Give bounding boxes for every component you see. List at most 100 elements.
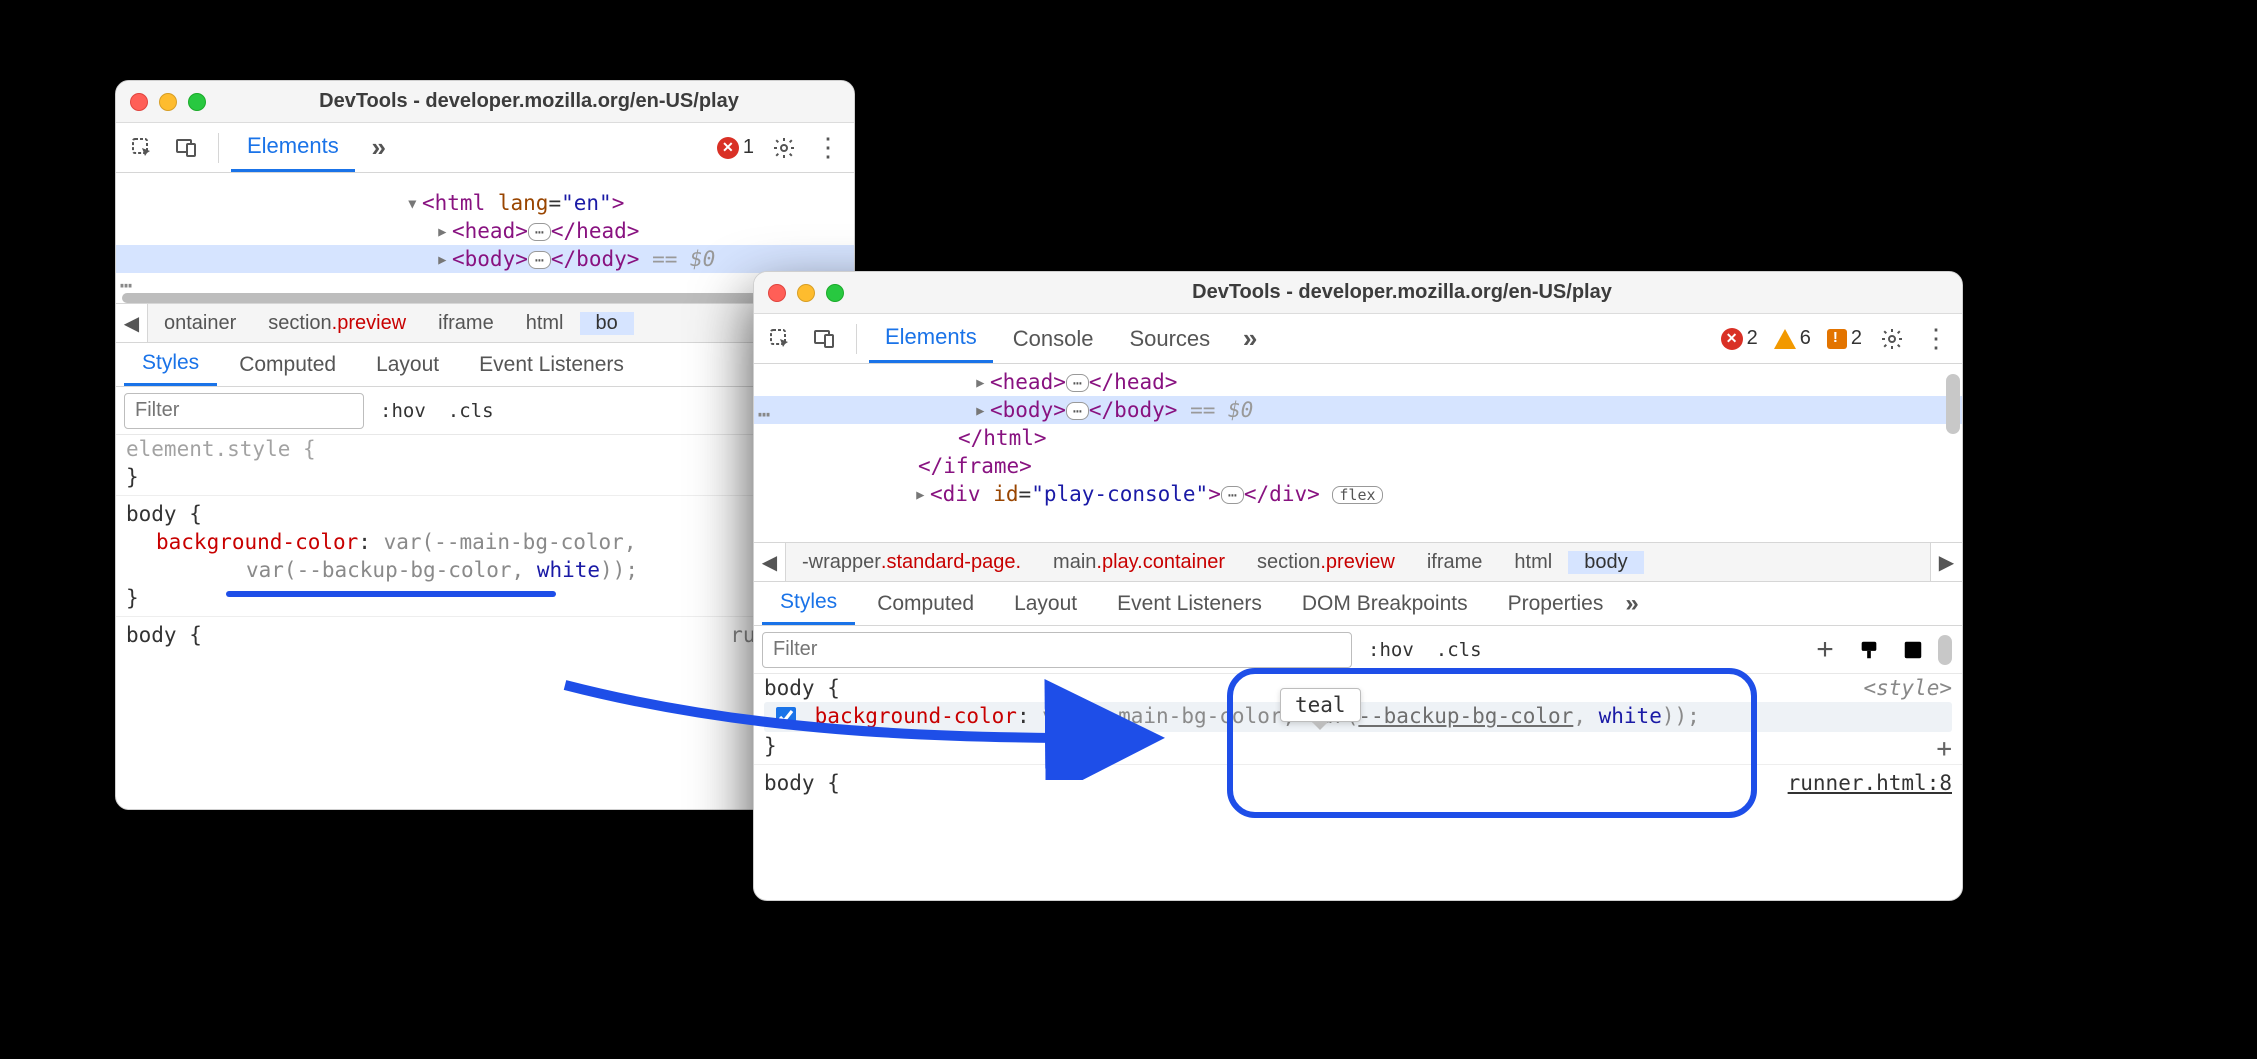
dom-body-selected[interactable]: ▸<body>⋯</body> == $0 [116,245,854,273]
inspect-element-icon[interactable] [760,319,800,359]
subtab-event-listeners[interactable]: Event Listeners [1099,582,1280,625]
dom-tree[interactable]: ▸<head>⋯</head> ▸<body>⋯</body> == $0 </… [754,364,1962,542]
vertical-scrollbar[interactable] [1946,374,1960,434]
subtab-styles[interactable]: Styles [124,343,217,386]
more-tabs-icon[interactable]: » [359,128,399,168]
property-toggle-checkbox[interactable] [776,707,796,727]
breadcrumb-left-caret[interactable]: ◀ [116,304,148,342]
cls-button[interactable]: .cls [1430,637,1488,663]
crumb-container-trunc[interactable]: ontainer [148,312,252,335]
rule-background-color[interactable]: background-color: var(--main-bg-color, [126,528,844,556]
minimize-window-button[interactable] [159,93,177,111]
inspect-element-icon[interactable] [122,128,162,168]
crumb-iframe[interactable]: iframe [422,312,510,335]
rule-body-2-trunc[interactable]: body { runner.ht [126,621,844,649]
crumb-iframe[interactable]: iframe [1411,551,1499,574]
dom-tree[interactable]: ▾<html lang="en"> ▸<head>⋯</head> ▸<body… [116,173,854,303]
rule-close-brace: }+ [764,732,1952,760]
subtab-event-listeners[interactable]: Event Listeners [461,343,642,386]
rule-source-style[interactable]: <style> [1863,676,1952,700]
css-var-backup-link[interactable]: --backup-bg-color [1358,704,1573,728]
devtools-window-right: DevTools - developer.mozilla.org/en-US/p… [753,271,1963,901]
main-toolbar: Elements Console Sources » ✕ 2 6 2 ⋮ [754,314,1962,364]
tab-console[interactable]: Console [997,314,1110,363]
tab-elements[interactable]: Elements [869,314,993,363]
rule-body-2[interactable]: body { runner.html:8 [764,769,1952,797]
more-subtabs-icon[interactable]: » [1625,590,1638,618]
window-title: DevTools - developer.mozilla.org/en-US/p… [218,90,840,113]
subtab-properties[interactable]: Properties [1490,582,1622,625]
dom-doctype-trunc [116,177,854,189]
crumb-html[interactable]: html [1498,551,1568,574]
hov-button[interactable]: :hov [1362,637,1420,663]
breadcrumb: ◀ ontainer section.preview iframe html b… [116,303,854,343]
error-badge[interactable]: ✕ 2 [1715,327,1764,350]
info-badge[interactable]: 2 [1821,327,1868,350]
paint-brush-icon[interactable] [1852,633,1886,667]
device-toolbar-icon[interactable] [804,319,844,359]
tab-elements[interactable]: Elements [231,123,355,172]
crumb-body-trunc[interactable]: bo [580,312,634,335]
filter-input[interactable] [124,393,364,429]
new-style-rule-plus-icon[interactable]: + [1808,633,1842,667]
close-window-button[interactable] [768,284,786,302]
styles-filter-row: :hov .cls + [754,626,1962,674]
close-window-button[interactable] [130,93,148,111]
error-badge[interactable]: ✕ 1 [711,136,760,159]
warning-badge[interactable]: 6 [1768,327,1817,350]
dom-head[interactable]: ▸<head>⋯</head> [116,217,854,245]
rule-close-brace: } [126,463,844,491]
device-toolbar-icon[interactable] [166,128,206,168]
flex-badge[interactable]: flex [1332,486,1382,504]
css-var-tooltip: teal [1280,688,1361,722]
traffic-lights [768,284,844,302]
cls-button[interactable]: .cls [442,398,500,424]
tab-sources[interactable]: Sources [1113,314,1226,363]
rule-background-color-line2[interactable]: var(--backup-bg-color, white)); [126,556,844,584]
crumb-wrapper-trunc[interactable]: -wrapper.standard-page. [786,551,1037,574]
rule-element-style-trunc[interactable]: element.style { [126,435,844,463]
zoom-window-button[interactable] [188,93,206,111]
dom-head[interactable]: ▸<head>⋯</head> [754,368,1962,396]
kebab-menu-icon[interactable]: ⋮ [808,128,848,168]
dom-div-play-console[interactable]: ▸<div id="play-console">⋯</div> flex [754,480,1962,508]
crumb-section-preview[interactable]: section.preview [252,312,422,335]
dom-body-selected[interactable]: ▸<body>⋯</body> == $0 [754,396,1962,424]
filter-input[interactable] [762,632,1352,668]
crumb-body[interactable]: body [1568,551,1643,574]
computed-sidebar-toggle-icon[interactable] [1896,633,1930,667]
settings-gear-icon[interactable] [1872,319,1912,359]
zoom-window-button[interactable] [826,284,844,302]
more-tabs-icon[interactable]: » [1230,319,1270,359]
dom-html[interactable]: ▾<html lang="en"> [116,189,854,217]
inspector-subtabs: Styles Computed Layout Event Listeners D… [754,582,1962,626]
horizontal-scrollbar[interactable] [122,293,848,303]
rule-source-runner-link[interactable]: runner.html:8 [1788,771,1952,795]
styles-filter-row: :hov .cls + [116,387,854,435]
breadcrumb-right-caret[interactable]: ▶ [1930,543,1962,581]
crumb-main-play[interactable]: main.play.container [1037,551,1241,574]
subtab-styles[interactable]: Styles [762,582,855,625]
rule-body[interactable]: body { <st [126,500,844,528]
subtab-dom-breakpoints[interactable]: DOM Breakpoints [1284,582,1486,625]
add-property-plus-icon[interactable]: + [1936,734,1952,764]
dom-ellipsis-icon[interactable]: ⋯ [758,402,770,540]
vertical-scrollbar[interactable] [1938,635,1952,665]
crumb-html[interactable]: html [510,312,580,335]
minimize-window-button[interactable] [797,284,815,302]
subtab-computed[interactable]: Computed [859,582,992,625]
error-count: 2 [1747,327,1758,350]
crumb-section-preview[interactable]: section.preview [1241,551,1411,574]
error-icon: ✕ [717,137,739,159]
hov-button[interactable]: :hov [374,398,432,424]
styles-rules[interactable]: element.style { } body { <st background-… [116,435,854,809]
kebab-menu-icon[interactable]: ⋮ [1916,319,1956,359]
subtab-computed[interactable]: Computed [221,343,354,386]
titlebar[interactable]: DevTools - developer.mozilla.org/en-US/p… [754,272,1962,314]
warning-count: 6 [1800,327,1811,350]
subtab-layout[interactable]: Layout [358,343,457,386]
settings-gear-icon[interactable] [764,128,804,168]
breadcrumb-left-caret[interactable]: ◀ [754,543,786,581]
titlebar[interactable]: DevTools - developer.mozilla.org/en-US/p… [116,81,854,123]
subtab-layout[interactable]: Layout [996,582,1095,625]
